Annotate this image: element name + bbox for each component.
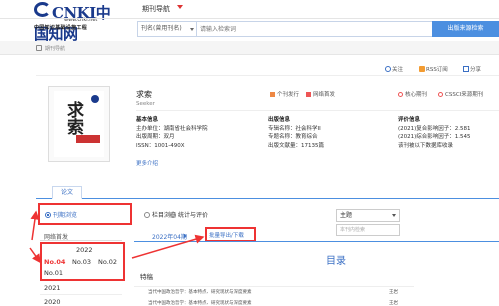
journal-title: 求索: [136, 90, 152, 99]
article-author[interactable]: 王岩: [389, 289, 398, 295]
home-icon[interactable]: [36, 45, 42, 51]
basic-info: 基本信息 主办单位：湖南省社会科学院 出版周期：双月 ISSN：1001-490…: [136, 116, 208, 150]
star-icon: [385, 66, 391, 72]
year-2020[interactable]: 2020: [44, 298, 61, 306]
issue-no-02[interactable]: No.02: [98, 258, 117, 266]
cover-logo-icon: [91, 95, 99, 103]
toc-heading: 目录: [326, 256, 346, 267]
cover-stripe: [76, 135, 100, 143]
share-label: 分享: [470, 67, 482, 73]
journal-cover: 求索: [48, 86, 110, 162]
badge-label: 核心期刊: [405, 92, 428, 98]
badge-core[interactable]: 核心期刊: [398, 90, 427, 98]
info-line: (2021)复合影响因子：2.581: [398, 125, 471, 132]
highlight-box: [38, 203, 132, 225]
cnki-logo-icon: [34, 2, 51, 17]
year-2022[interactable]: 2022: [76, 246, 93, 254]
chevron-down-icon[interactable]: [177, 5, 183, 9]
cover-title: 求索: [63, 101, 83, 135]
divider: [36, 75, 499, 76]
issue-no-01[interactable]: No.01: [44, 269, 63, 277]
share-icon: [463, 66, 469, 72]
chevron-down-icon[interactable]: [190, 28, 194, 31]
follow-button[interactable]: 关注: [385, 65, 403, 73]
badge-issue[interactable]: 个刊发行: [270, 90, 299, 98]
ticket-icon: [270, 92, 275, 97]
info-line: 专题名称：教育综合: [268, 134, 318, 141]
eval-info: 评价信息 (2021)复合影响因子：2.581 (2021)综合影响因子：1.5…: [398, 116, 471, 150]
badge-cssci[interactable]: CSSCI来源期刊: [438, 90, 483, 98]
rss-icon: [419, 66, 425, 72]
info-line: 出版文献量：17135篇: [268, 142, 324, 149]
tab-papers[interactable]: 论文: [52, 186, 82, 199]
divider: [134, 286, 414, 287]
article-author[interactable]: 王岩: [389, 300, 398, 306]
share-button[interactable]: 分享: [463, 65, 481, 73]
rss-label: RSS订阅: [426, 67, 448, 73]
chevron-down-icon[interactable]: [392, 214, 396, 217]
chevron-right-icon: [184, 234, 187, 238]
divider: [136, 110, 499, 111]
publish-info-heading: 出版信息: [268, 117, 291, 123]
radio-label: 统计与评价: [178, 212, 209, 219]
badge-label: 个刊发行: [277, 92, 300, 98]
search-button[interactable]: 出版来源检索: [432, 21, 499, 37]
header-divider: [0, 18, 499, 19]
info-line: ISSN：1001-490X: [136, 142, 185, 149]
info-line: 专辑名称：社会科学II: [268, 125, 321, 132]
tab-underline: [36, 198, 499, 199]
badge-label: 网络首发: [313, 92, 336, 98]
batch-export-link[interactable]: 批量导出/下载: [209, 231, 244, 239]
topic-select[interactable]: 主题: [336, 209, 400, 222]
publish-info: 出版信息 专辑名称：社会科学II 专题名称：教育综合 出版文献量：17135篇: [268, 116, 324, 150]
cssci-icon: [438, 92, 443, 97]
breadcrumb[interactable]: 期刊导航: [45, 45, 65, 52]
network-icon: [306, 92, 311, 97]
section-title: 特稿: [140, 273, 153, 281]
divider: [134, 241, 499, 242]
basic-info-heading: 基本信息: [136, 117, 159, 123]
core-icon: [398, 92, 403, 97]
badge-online-first[interactable]: 网络首发: [306, 90, 335, 98]
radio-stats[interactable]: 统计与评价: [170, 210, 208, 219]
info-line: 出版周期：双月: [136, 134, 175, 141]
radio-icon: [144, 212, 150, 218]
arrow-to-year-list: [29, 247, 41, 264]
issue-no-03[interactable]: No.03: [72, 258, 91, 266]
eval-info-heading: 评价信息: [398, 117, 421, 123]
journal-subtitle: Seeker: [136, 101, 155, 107]
current-issue-tab[interactable]: 2022年04期: [152, 232, 187, 241]
follow-label: 关注: [392, 67, 404, 73]
article-title[interactable]: 当代中国政治哲学：基本特点、研究现状与深度要素: [148, 289, 252, 295]
more-intro-link[interactable]: 更多介绍: [136, 159, 158, 167]
radio-icon: [170, 212, 176, 218]
issue-search-input[interactable]: 本刊内检索: [336, 224, 400, 236]
nav-title[interactable]: 期刊导航: [142, 4, 170, 14]
article-title[interactable]: 当代中国政治哲学：基本特点、研究现状与深度要素: [148, 300, 252, 306]
year-2021[interactable]: 2021: [44, 284, 61, 292]
arrow-to-radio: [30, 210, 40, 241]
divider: [40, 294, 122, 295]
rss-button[interactable]: RSS订阅: [419, 65, 448, 73]
badge-label: CSSCI来源期刊: [445, 92, 484, 98]
logo-subtitle: 中国知识基础设施工程: [34, 25, 88, 31]
breadcrumb-bar: [0, 41, 499, 55]
info-line: (2021)综合影响因子：1.545: [398, 134, 471, 141]
search-type-select[interactable]: 刊名(曾用刊名): [137, 21, 197, 37]
info-line[interactable]: 该刊被以下数据库收录: [398, 142, 471, 151]
info-line: 主办单位：湖南省社会科学院: [136, 125, 208, 132]
issue-no-04[interactable]: No.04: [44, 258, 65, 266]
search-input[interactable]: [200, 22, 425, 36]
divider: [40, 240, 122, 241]
